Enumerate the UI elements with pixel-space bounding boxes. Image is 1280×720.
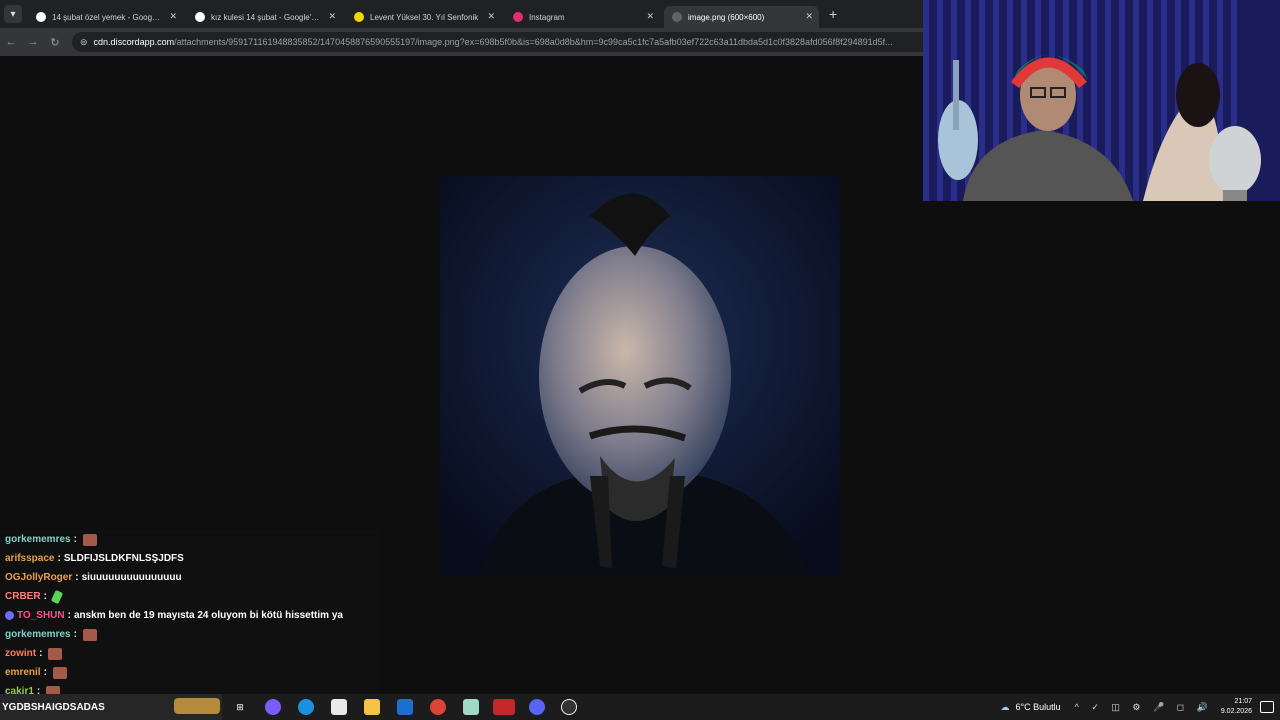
store-icon[interactable] <box>331 699 347 715</box>
chat-separator: : <box>43 667 47 678</box>
chat-text: SLDFIJSLDKFNLSŞJDFS <box>63 553 184 564</box>
back-icon[interactable]: ← <box>0 36 22 48</box>
chat-separator: : <box>73 534 77 545</box>
url-host: cdn.discordapp.com <box>93 37 175 47</box>
browser-tab[interactable]: Levent Yüksel 30. Yıl Senfonik ✕ <box>346 6 501 28</box>
steam-icon[interactable] <box>561 699 577 715</box>
tab-title: 14 şubat özel yemek - Google'd <box>52 12 161 22</box>
chat-message: OGJollyRoger: siuuuuuuuuuuuuuuu <box>0 568 380 587</box>
chat-username: zowint <box>5 648 37 659</box>
chat-emote-icon <box>82 533 97 546</box>
file-explorer-icon[interactable] <box>364 699 380 715</box>
system-tray: ☁ 6°C Bulutlu ^ ✓ ◫ ⚙ 🎤 ◻ 🔊 21:07 9.02.2… <box>1000 694 1280 720</box>
ticker-text: YGDBSHAIGDSADAS <box>2 701 105 713</box>
tab-title: Levent Yüksel 30. Yıl Senfonik <box>370 12 479 22</box>
browser-tab[interactable]: image.png (600×600) ✕ <box>664 6 819 28</box>
chat-message: emrenil: <box>0 663 380 682</box>
browser-tab[interactable]: 14 şubat özel yemek - Google'd ✕ <box>28 6 183 28</box>
chat-message: CRBER: <box>0 587 380 606</box>
portrait-image <box>440 176 840 576</box>
displayed-image[interactable] <box>440 176 840 576</box>
chat-message: TO_SHUN: anskm ben de 19 mayısta 24 oluyo… <box>0 606 380 625</box>
webcam-scene <box>923 0 1280 201</box>
user-badge-icon <box>5 611 14 620</box>
browser-tab[interactable]: kız kulesi 14 şubat - Google'da ✕ <box>187 6 342 28</box>
tab-title: image.png (600×600) <box>688 12 765 22</box>
reload-icon[interactable]: ↻ <box>44 36 66 49</box>
chat-message: arifsspace: SLDFIJSLDKFNLSŞJDFS <box>0 549 380 568</box>
windows-taskbar: YGDBSHAIGDSADAS ⊞ ☁ 6°C Bulutlu ^ ✓ ◫ ⚙ … <box>0 694 1280 720</box>
chat-text: siuuuuuuuuuuuuuuu <box>81 572 182 583</box>
chat-separator: : <box>73 629 77 640</box>
clock-date: 9.02.2026 <box>1220 708 1252 715</box>
cloud-icon: ☁ <box>1000 701 1010 712</box>
copilot-icon[interactable] <box>265 699 281 715</box>
discord-icon[interactable] <box>529 699 545 715</box>
weather-text: 6°C Bulutlu <box>1015 702 1061 712</box>
chat-emote-icon <box>50 589 64 604</box>
chat-separator: : <box>39 648 43 659</box>
tab-close-icon[interactable]: ✕ <box>646 11 654 22</box>
tab-favicon-icon <box>195 12 205 22</box>
url-field[interactable]: ⊜ cdn.discordapp.com/attachments/9591711… <box>72 32 992 52</box>
mail-icon[interactable] <box>397 699 413 715</box>
chat-message: zowint: <box>0 644 380 663</box>
chrome-icon[interactable] <box>430 699 446 715</box>
chat-username: TO_SHUN <box>17 610 65 621</box>
tab-close-icon[interactable]: ✕ <box>805 11 813 22</box>
weather-widget[interactable]: ☁ 6°C Bulutlu <box>1000 702 1060 713</box>
tab-favicon-icon <box>36 12 46 22</box>
chat-username: arifsspace <box>5 553 55 564</box>
tab-close-icon[interactable]: ✕ <box>328 11 336 22</box>
stream-chat-overlay: gorkememres: arifsspace: SLDFIJSLDKFNLSŞJD… <box>0 530 380 695</box>
chat-username: gorkememres <box>5 534 71 545</box>
ticker-decoration <box>174 698 220 714</box>
tab-title: Instagram <box>529 12 565 22</box>
tab-title: kız kulesi 14 şubat - Google'da <box>211 12 320 22</box>
forward-icon[interactable]: → <box>22 36 44 48</box>
notification-icon[interactable] <box>1260 701 1274 713</box>
edge-icon[interactable] <box>298 699 314 715</box>
chat-username: gorkememres <box>5 629 71 640</box>
notes-icon[interactable] <box>463 699 479 715</box>
chat-separator: : <box>57 553 61 564</box>
ticker-widget: YGDBSHAIGDSADAS <box>0 694 222 720</box>
chat-separator: : <box>67 610 71 621</box>
chat-emote-icon <box>82 628 97 641</box>
site-info-icon[interactable]: ⊜ <box>80 37 88 48</box>
new-tab-button[interactable]: + <box>829 6 837 22</box>
chat-message: gorkememres: <box>0 530 380 549</box>
chat-username: OGJollyRoger <box>5 572 73 583</box>
chat-username: CRBER <box>5 591 41 602</box>
chat-separator: : <box>75 572 79 583</box>
chat-separator: : <box>43 591 47 602</box>
clock[interactable]: 21:07 9.02.2026 <box>1221 697 1252 717</box>
tab-close-icon[interactable]: ✕ <box>169 11 177 22</box>
chat-username: emrenil <box>5 667 41 678</box>
tray-icons[interactable]: ^ ✓ ◫ ⚙ 🎤 ◻ 🔊 <box>1075 702 1213 713</box>
clock-time: 21:07 <box>1234 698 1252 705</box>
browser-tab[interactable]: Instagram ✕ <box>505 6 660 28</box>
task-view-icon[interactable]: ⊞ <box>232 699 248 715</box>
webcam-overlay <box>923 0 1280 201</box>
tab-favicon-icon <box>354 12 364 22</box>
chat-text: anskm ben de 19 mayısta 24 oluyom bi köt… <box>73 610 343 621</box>
tab-favicon-icon <box>672 12 682 22</box>
chat-emote-icon <box>48 647 63 660</box>
tab-search-button[interactable]: ▾ <box>4 5 22 23</box>
chat-emote-icon <box>52 666 67 679</box>
chat-message: gorkememres: <box>0 625 380 644</box>
tab-strip: 14 şubat özel yemek - Google'd ✕ kız kules… <box>28 0 823 28</box>
tab-close-icon[interactable]: ✕ <box>487 11 495 22</box>
tab-favicon-icon <box>513 12 523 22</box>
app-icon-red[interactable] <box>493 699 515 715</box>
url-path: /attachments/959171161948835852/14704588… <box>174 37 893 47</box>
